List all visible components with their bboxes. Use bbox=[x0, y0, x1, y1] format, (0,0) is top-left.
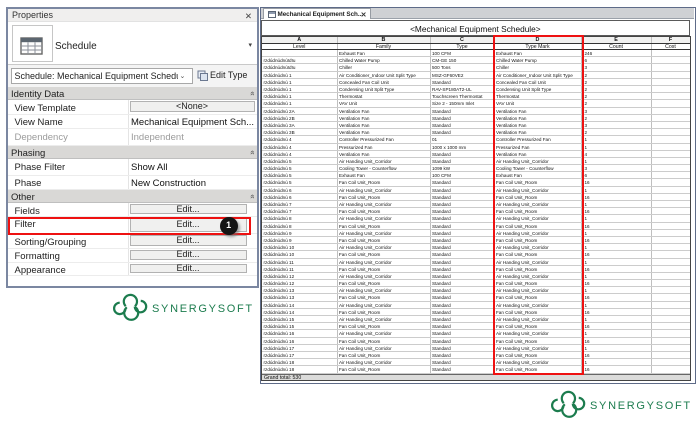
svg-text:SYNERGYSOFT: SYNERGYSOFT bbox=[590, 400, 692, 412]
svg-text:SYNERGYSOFT: SYNERGYSOFT bbox=[152, 303, 254, 315]
